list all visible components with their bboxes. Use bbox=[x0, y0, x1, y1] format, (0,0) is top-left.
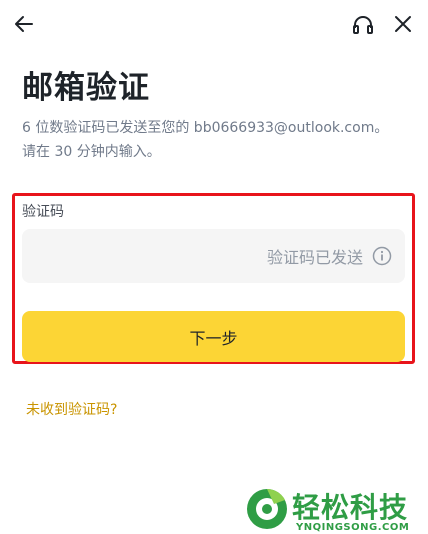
info-circle-icon[interactable] bbox=[372, 246, 392, 266]
code-not-received-link[interactable]: 未收到验证码? bbox=[26, 399, 117, 419]
watermark-subtext: YNQINGSONG.COM bbox=[296, 522, 410, 533]
headset-icon[interactable] bbox=[351, 13, 375, 37]
arrow-left-icon[interactable] bbox=[12, 12, 36, 36]
page-title: 邮箱验证 bbox=[22, 70, 150, 106]
watermark: 轻松科技 YNQINGSONG.COM bbox=[244, 484, 428, 534]
watermark-logo-icon bbox=[247, 489, 287, 529]
page-description: 6 位数验证码已发送至您的 bb0666933@outlook.com。 请在 … bbox=[22, 116, 417, 164]
code-sent-status: 验证码已发送 bbox=[266, 248, 363, 267]
code-field-label: 验证码 bbox=[22, 204, 64, 220]
code-input[interactable]: 验证码已发送 bbox=[22, 229, 405, 283]
watermark-text: 轻松科技 bbox=[292, 491, 409, 524]
description-line-1: 6 位数验证码已发送至您的 bb0666933@outlook.com。 bbox=[22, 120, 389, 136]
close-icon[interactable] bbox=[392, 13, 414, 35]
top-bar bbox=[0, 0, 428, 52]
description-line-2: 请在 30 分钟内输入。 bbox=[22, 144, 161, 160]
next-button[interactable]: 下一步 bbox=[22, 311, 405, 362]
